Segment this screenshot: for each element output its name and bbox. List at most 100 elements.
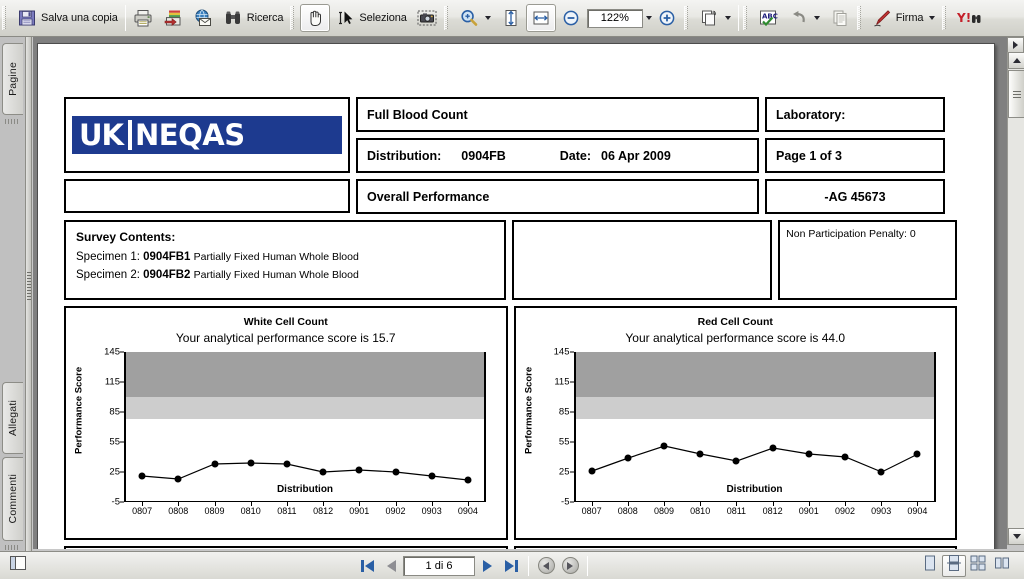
chart-0-xtick: 0901 <box>349 506 370 516</box>
select-tool-button[interactable]: Seleziona <box>330 4 411 32</box>
chart-0-xtickmark <box>142 502 144 506</box>
chart-0-xtick: 0811 <box>277 506 297 516</box>
save-a-copy-button[interactable]: Salva una copia <box>12 4 123 32</box>
search-label: Ricerca <box>246 12 284 24</box>
first-page-icon <box>360 559 374 572</box>
chart-1-data-point <box>877 468 885 476</box>
chart-0-data-point <box>211 460 218 468</box>
toolbar-gripper-6[interactable] <box>856 6 864 30</box>
fit-height-button[interactable] <box>496 4 526 32</box>
survey-row: Survey Contents: Specimen 1: 0904FB1 Par… <box>64 220 957 300</box>
chart-0-xlabel: Distribution <box>276 484 334 495</box>
scroll-right-button[interactable] <box>1007 37 1024 53</box>
toolbar-gripper-5[interactable] <box>742 6 750 30</box>
undo-button[interactable] <box>783 4 825 32</box>
chart-0-xtickmark <box>214 502 216 506</box>
chart-1-ytick: 145 <box>553 346 570 358</box>
scroll-up-button[interactable] <box>1008 52 1024 69</box>
save-a-copy-label: Salva una copia <box>41 12 118 24</box>
chart-0-xtickmark <box>359 502 361 506</box>
chart-0-xtick: 0904 <box>457 506 478 516</box>
document-viewport[interactable]: UK NEQAS Full Blood Count Distribution: <box>33 37 1007 549</box>
single-page-layout-icon <box>923 555 937 576</box>
continuous-layout-button[interactable] <box>942 554 966 577</box>
copy-button[interactable] <box>825 4 855 32</box>
single-page-layout-button[interactable] <box>918 555 942 577</box>
continuous-facing-layout-button[interactable] <box>990 555 1014 577</box>
chart-1-series-line <box>591 445 918 473</box>
toolbar-gripper-3[interactable] <box>443 6 451 30</box>
nav-tab-attachments[interactable]: Allegati <box>2 382 23 454</box>
page-tool-button[interactable] <box>694 4 736 32</box>
nav-tab-comments[interactable]: Commenti <box>2 457 23 541</box>
hand-tool-button[interactable] <box>300 4 331 32</box>
page-of-label: Page 1 of 3 <box>776 148 842 163</box>
chevron-down-icon[interactable] <box>484 16 491 20</box>
sign-chevron-down-icon[interactable] <box>929 16 936 20</box>
next-page-button[interactable] <box>475 555 499 577</box>
page-number-input[interactable]: 1 di 6 <box>403 555 475 576</box>
toolbar-gripper-4[interactable] <box>683 6 691 30</box>
last-page-icon <box>504 559 518 572</box>
nav-tab-pages-grip <box>5 119 19 124</box>
zoom-dropdown-chevron-down-icon[interactable] <box>645 16 652 20</box>
chart-0-ytick: -5 <box>111 496 120 508</box>
distribution-label: Distribution: <box>367 148 442 163</box>
undo-chevron-down-icon[interactable] <box>813 16 820 20</box>
zoom-out-button[interactable] <box>556 4 586 32</box>
previous-page-button[interactable] <box>379 555 403 577</box>
zoom-in-button[interactable] <box>652 4 682 32</box>
previous-view-button[interactable] <box>534 555 558 577</box>
chart-0-data-point <box>319 468 327 476</box>
chart-0-xtickmark <box>250 502 252 506</box>
chart-1-xtick: 0903 <box>871 506 892 516</box>
sidebar-toggle-icon <box>10 556 26 575</box>
search-button[interactable]: Ricerca <box>218 4 289 32</box>
chart-0-xtickmark <box>323 502 325 506</box>
yahoo-toolbar-button[interactable]: Y! <box>952 4 996 32</box>
chart-1-data-point <box>805 450 813 458</box>
chart-0-data-point <box>355 466 363 474</box>
chart-1-ytick: 55 <box>558 436 570 448</box>
facing-layout-button[interactable] <box>966 555 990 577</box>
specimen-1-code: 0904FB1 <box>143 251 191 263</box>
snapshot-button[interactable] <box>412 4 442 32</box>
last-page-button[interactable] <box>499 555 523 577</box>
zoom-level-input[interactable]: 122% <box>586 8 643 28</box>
chart-1-xtickmark <box>700 502 702 506</box>
toolbar-gripper-7[interactable] <box>942 6 950 30</box>
zoom-level-value: 122% <box>600 12 629 24</box>
chart-1-xtickmark <box>772 502 774 506</box>
distribution-value: 0904FB <box>461 148 506 163</box>
distribution-cell: Distribution: 0904FB Date: 06 Apr 2009 <box>356 138 759 173</box>
chart-0-xtickmark <box>395 502 397 506</box>
print-button[interactable] <box>128 4 158 32</box>
scroll-down-button[interactable] <box>1008 528 1024 545</box>
chart-1-xlabel: Distribution <box>726 484 783 495</box>
chart-1-xtick: 0904 <box>907 506 928 516</box>
toolbar-gripper[interactable] <box>2 6 9 30</box>
floppy-disk-icon <box>17 8 37 28</box>
next-view-button[interactable] <box>558 555 582 577</box>
arrow-down-icon <box>1012 534 1021 539</box>
send-file-button[interactable] <box>158 4 188 32</box>
nav-tab-pages[interactable]: Pagine <box>2 43 23 115</box>
sign-button[interactable]: Firma <box>867 4 941 32</box>
navigation-splitter[interactable] <box>26 37 32 559</box>
spellcheck-button[interactable]: ABC <box>753 4 783 32</box>
overall-performance-label: Overall Performance <box>367 189 490 204</box>
vertical-scrollbar[interactable] <box>1007 52 1024 545</box>
fit-width-button[interactable] <box>525 4 556 32</box>
page-tool-chevron-down-icon[interactable] <box>724 16 731 20</box>
chart-0-xtickmark <box>467 502 469 506</box>
chart-0-xtickmark <box>286 502 288 506</box>
email-button[interactable] <box>188 4 218 32</box>
scroll-thumb[interactable] <box>1008 70 1024 118</box>
camera-snapshot-icon <box>417 8 437 28</box>
first-page-button[interactable] <box>355 555 379 577</box>
toolbar-separator-2 <box>737 5 739 31</box>
zoom-tool-button[interactable] <box>454 4 496 32</box>
nav-tab-attachments-label: Allegati <box>7 399 19 437</box>
sidebar-toggle-button[interactable] <box>6 555 30 577</box>
toolbar-gripper-2[interactable] <box>290 6 298 30</box>
